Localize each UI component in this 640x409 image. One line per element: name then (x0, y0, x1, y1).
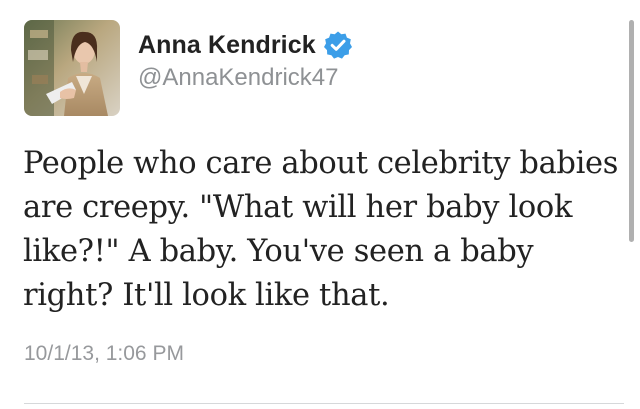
divider (24, 403, 624, 404)
avatar[interactable] (24, 20, 120, 116)
verified-badge-icon (323, 30, 353, 60)
tweet-card: Anna Kendrick @AnnaKendrick47 People who… (0, 0, 640, 409)
tweet-text: People who care about celebrity babies a… (23, 146, 619, 313)
tweet-timestamp[interactable]: 10/1/13, 1:06 PM (24, 342, 184, 366)
author-name-row: Anna Kendrick (138, 28, 353, 62)
display-name[interactable]: Anna Kendrick (138, 31, 316, 60)
avatar-image (24, 20, 120, 116)
scrollbar[interactable] (629, 20, 634, 242)
username-handle[interactable]: @AnnaKendrick47 (138, 64, 338, 92)
